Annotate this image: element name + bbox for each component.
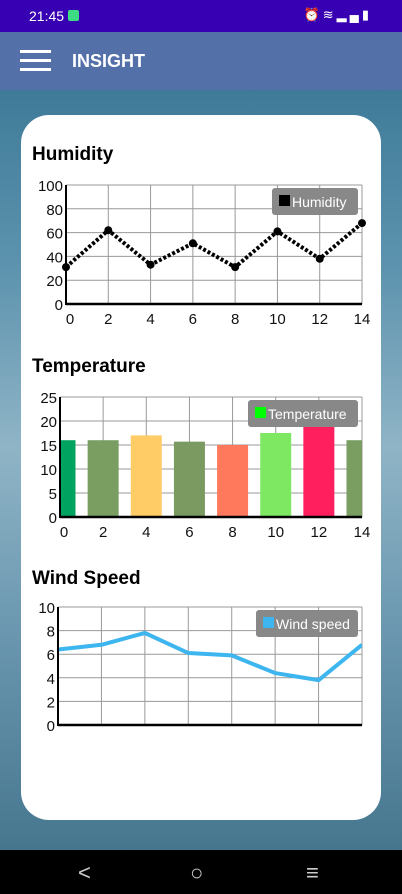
x-tick-label: 14 [354, 524, 371, 541]
legend-label: Humidity [292, 194, 346, 210]
x-tick-label: 4 [146, 311, 154, 328]
x-tick-label: 4 [142, 524, 150, 541]
wind-speed-title: Wind Speed [32, 568, 141, 589]
signal-icon: ▂▄ [336, 7, 362, 22]
humidity-point [358, 219, 366, 228]
y-tick-label: 4 [47, 671, 55, 688]
y-tick-label: 60 [46, 226, 63, 243]
y-tick-label: 40 [46, 249, 63, 266]
legend-swatch [255, 407, 266, 418]
hamburger-icon[interactable] [20, 50, 51, 72]
temperature-bar [130, 435, 162, 517]
legend-swatch [279, 195, 290, 206]
y-tick-label: 10 [40, 462, 57, 479]
status-time: 21:45 [29, 8, 65, 24]
home-icon[interactable]: ○ [190, 860, 203, 886]
system-nav-bar: < ○ ≡ [0, 850, 402, 894]
temperature-bar [260, 433, 292, 517]
x-tick-label: 0 [60, 524, 68, 541]
x-tick-label: 10 [267, 524, 284, 541]
temperature-bar [217, 445, 249, 517]
back-icon[interactable]: < [78, 860, 91, 886]
app-header: INSIGHT [0, 32, 402, 90]
recents-icon[interactable]: ≡ [306, 860, 319, 886]
humidity-point [273, 227, 282, 236]
wifi-icon: ≋ [322, 7, 337, 22]
x-tick-label: 2 [99, 524, 107, 541]
x-tick-label: 12 [311, 524, 328, 541]
humidity-point [231, 263, 240, 272]
alarm-icon: ⏰ [303, 7, 323, 22]
y-tick-label: 0 [55, 297, 63, 314]
insight-card: Humidity 0 20 40 60 80 100 0 2 4 6 8 10 12 14 Humidity… [21, 115, 381, 820]
temperature-title: Temperature [32, 356, 146, 377]
x-tick-label: 12 [311, 311, 328, 328]
x-tick-label: 6 [189, 311, 197, 328]
status-icons: ⏰≋▂▄▮ [304, 7, 372, 23]
temperature-chart: 0 5 10 15 20 25 0 2 4 6 8 10 12 14 Temperature [40, 390, 371, 541]
x-tick-label: 8 [231, 311, 239, 328]
series-group [60, 425, 362, 517]
y-tick-label: 25 [40, 390, 57, 407]
app-notification-icon [68, 10, 79, 21]
humidity-point [188, 239, 197, 248]
y-tick-label: 6 [47, 647, 55, 664]
humidity-chart: 0 20 40 60 80 100 0 2 4 6 8 10 12 14 Humidity [38, 178, 371, 328]
x-tick-label: 6 [185, 524, 193, 541]
y-tick-label: 10 [38, 600, 55, 617]
wind-speed-chart: 0 2 4 6 8 10 Wind speed [38, 600, 363, 735]
temperature-bar [87, 440, 119, 517]
humidity-point [104, 226, 113, 235]
series-group [58, 630, 362, 683]
y-tick-label: 5 [49, 486, 57, 503]
legend-swatch [263, 617, 274, 628]
legend-label: Temperature [268, 406, 347, 422]
y-tick-label: 20 [46, 273, 63, 290]
battery-icon: ▮ [361, 7, 372, 22]
x-tick-label: 0 [66, 311, 74, 328]
humidity-point [315, 254, 324, 263]
x-tick-label: 10 [269, 311, 286, 328]
wind-speed-line [58, 630, 362, 683]
temperature-bar [173, 441, 205, 517]
humidity-title: Humidity [32, 144, 114, 165]
x-tick-label: 8 [228, 524, 236, 541]
legend-label: Wind speed [276, 616, 350, 632]
y-tick-label: 20 [40, 414, 57, 431]
y-tick-label: 15 [40, 438, 57, 455]
y-tick-label: 80 [46, 202, 63, 219]
y-tick-label: 8 [47, 624, 55, 641]
x-tick-label: 2 [104, 311, 112, 328]
temperature-bar [303, 425, 335, 517]
status-bar: 21:45 ⏰≋▂▄▮ [0, 0, 402, 32]
page-title: INSIGHT [72, 51, 146, 71]
y-tick-label: 2 [47, 694, 55, 711]
y-tick-label: 0 [47, 718, 55, 735]
temperature-bar [346, 440, 362, 517]
y-tick-label: 100 [38, 178, 63, 195]
humidity-point [146, 260, 155, 269]
x-tick-label: 14 [354, 311, 371, 328]
y-tick-label: 0 [49, 510, 57, 527]
